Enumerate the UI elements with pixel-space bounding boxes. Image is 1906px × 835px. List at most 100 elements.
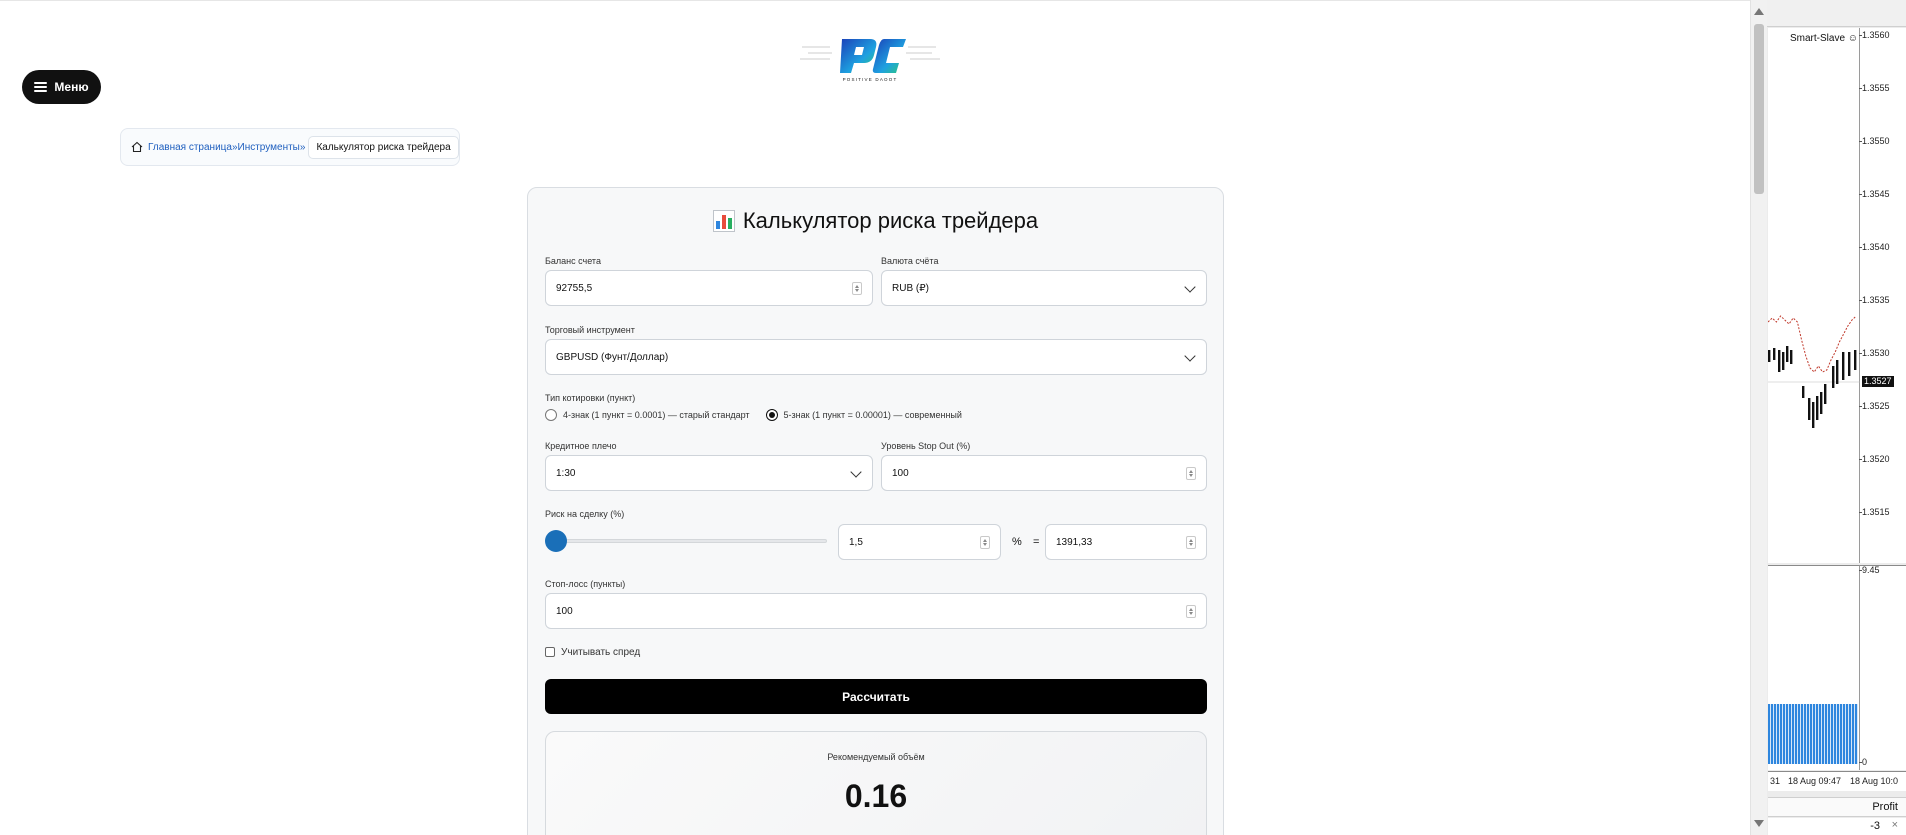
currency-select[interactable]: RUB (₽) [881, 270, 1207, 306]
scroll-up-icon[interactable] [1754, 8, 1764, 15]
result-value: 0.16 [844, 778, 908, 814]
candle [1836, 360, 1839, 384]
page-scrollbar[interactable] [1750, 0, 1767, 835]
indicator-bar [1846, 704, 1849, 764]
indicator-bar [1798, 704, 1801, 764]
candle [1808, 398, 1811, 420]
breadcrumb-home-link[interactable]: Главная страница [148, 142, 232, 153]
profit-header: Profit [1872, 801, 1898, 813]
indicator-bar [1837, 704, 1840, 764]
stop-out-label: Уровень Stop Out (%) [881, 441, 971, 451]
breadcrumb-tools-link[interactable]: Инструменты [238, 142, 300, 153]
calculator-title: Калькулятор риска трейдера [742, 208, 1039, 233]
breadcrumb-separator-2: » [299, 141, 306, 153]
candle [1768, 350, 1771, 362]
candle [1782, 352, 1785, 370]
menu-label: Меню [54, 80, 89, 94]
instrument-select[interactable]: GBPUSD (Фунт/Доллар) [545, 339, 1207, 375]
chevron-down-icon [1184, 281, 1196, 293]
spread-label[interactable]: Учитывать спред [561, 647, 640, 658]
balance-spinner-icon[interactable] [852, 282, 862, 295]
indicator-bar [1768, 704, 1771, 764]
indicator-bar [1792, 704, 1795, 764]
leverage-select[interactable]: 1:30 [545, 455, 873, 491]
close-icon[interactable]: × [1892, 819, 1898, 831]
indicator-bar [1816, 704, 1819, 764]
terminal-toolbar [1767, 0, 1906, 27]
positive-daoot-logo[interactable]: POSITIVE DAOOT [800, 33, 940, 83]
risk-label: Риск на сделку (%) [545, 509, 625, 519]
price-tick: 1.3540 [1859, 242, 1890, 252]
instrument-label: Торговый инструмент [545, 325, 635, 335]
indicator-svg [1768, 704, 1858, 764]
risk-slider-thumb[interactable] [545, 530, 567, 552]
risk-slider[interactable] [545, 529, 829, 553]
indicator-bar [1786, 704, 1789, 764]
indicator-bar [1834, 704, 1837, 764]
price-tick: 1.3535 [1859, 295, 1890, 305]
stop-out-spinner-icon[interactable] [1186, 467, 1196, 480]
indicator-chart[interactable] [1768, 565, 1860, 770]
result-panel: Рекомендуемый объём 0.16 [545, 731, 1207, 835]
indicator-bar [1828, 704, 1831, 764]
result-label: Рекомендуемый объём [827, 752, 925, 762]
browser-page: POSITIVE DAOOT Меню Главная страница » И… [0, 0, 1767, 835]
hamburger-icon [34, 82, 48, 92]
stop-loss-spinner-icon[interactable] [1186, 605, 1196, 618]
risk-calculator-card: Калькулятор риска трейдера Баланс счета … [527, 187, 1224, 835]
instrument-value: GBPUSD (Фунт/Доллар) [556, 351, 669, 363]
quote-5digit-label[interactable]: 5-знак (1 пункт = 0.00001) — современный [784, 410, 962, 420]
indicator-bar [1849, 704, 1852, 764]
balance-input[interactable]: 92755,5 [545, 270, 873, 306]
stop-loss-value: 100 [556, 605, 573, 617]
breadcrumb-current: Калькулятор риска трейдера [308, 135, 459, 159]
stop-out-input[interactable]: 100 [881, 455, 1207, 491]
quote-5digit-radio[interactable] [765, 409, 778, 421]
current-price-tag: 1.3527 [1862, 376, 1894, 387]
quote-4digit-radio[interactable] [545, 409, 557, 421]
price-tick: 1.3550 [1859, 136, 1890, 146]
indicator-bar [1819, 704, 1822, 764]
breadcrumb: Главная страница » Инструменты » Калькул… [120, 128, 460, 166]
indicator-bars [1768, 704, 1858, 764]
equals-sign: = [1033, 536, 1040, 548]
home-icon[interactable] [131, 141, 143, 153]
risk-percent-input[interactable]: 1,5 [838, 524, 1001, 560]
profit-row[interactable]: -3 × [1768, 818, 1906, 835]
quote-type-radio-group: 4-знак (1 пункт = 0.0001) — старый станд… [545, 409, 962, 421]
indicator-bar [1801, 704, 1804, 764]
price-chart-svg [1767, 315, 1860, 428]
calculate-button[interactable]: Рассчитать [545, 679, 1207, 714]
chevron-down-icon [850, 466, 862, 478]
risk-percent-spinner-icon[interactable] [980, 536, 990, 549]
time-label: 31 [1770, 776, 1781, 786]
indicator-bar [1789, 704, 1792, 764]
price-chart[interactable] [1767, 28, 1860, 563]
risk-amount-input[interactable]: 1391,33 [1045, 524, 1207, 560]
risk-amount-spinner-icon[interactable] [1186, 536, 1196, 549]
indicator-bar [1843, 704, 1846, 764]
percent-sign: % [1012, 536, 1022, 548]
candle [1842, 352, 1845, 380]
risk-slider-track[interactable] [555, 539, 827, 543]
calculator-title-row: Калькулятор риска трейдера [528, 208, 1223, 234]
candle [1812, 402, 1815, 428]
price-tick: 1.3545 [1859, 189, 1890, 199]
indicator-axis [1860, 565, 1906, 770]
stop-loss-label: Стоп-лосс (пункты) [545, 579, 626, 589]
indicator-bar [1852, 704, 1855, 764]
indicator-bar [1810, 704, 1813, 764]
spread-checkbox[interactable] [545, 647, 555, 657]
candle [1820, 392, 1823, 414]
candle [1854, 350, 1857, 370]
candle [1786, 346, 1789, 362]
scroll-down-icon[interactable] [1754, 820, 1764, 827]
time-label: 18 Aug 09:47 [1788, 776, 1842, 786]
stop-loss-input[interactable]: 100 [545, 593, 1207, 629]
menu-button[interactable]: Меню [22, 70, 101, 104]
scrollbar-thumb[interactable] [1754, 24, 1764, 194]
profit-column-header[interactable]: Profit [1768, 797, 1906, 817]
chevron-down-icon [1184, 350, 1196, 362]
candle [1832, 366, 1835, 388]
quote-4digit-label[interactable]: 4-знак (1 пункт = 0.0001) — старый станд… [563, 410, 750, 420]
